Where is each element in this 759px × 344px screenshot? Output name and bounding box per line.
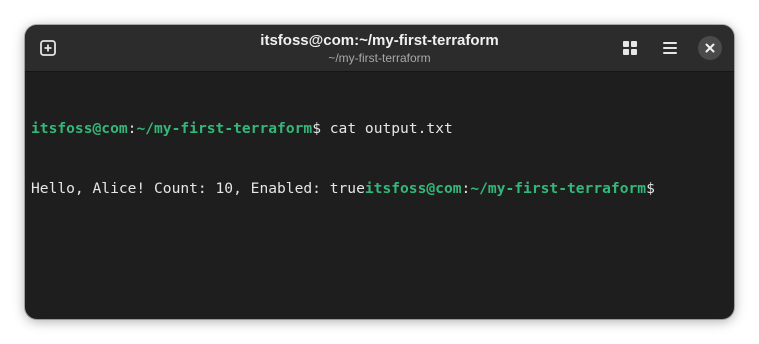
close-x-icon	[705, 43, 715, 53]
title-block: itsfoss@com:~/my-first-terraform ~/my-fi…	[260, 32, 498, 64]
terminal-line: itsfoss@com:~/my-first-terraform$ cat ou…	[31, 119, 728, 139]
new-tab-plus-box-icon	[40, 40, 56, 56]
terminal-output[interactable]: itsfoss@com:~/my-first-terraform$ cat ou…	[25, 72, 734, 246]
prompt-colon: :	[461, 180, 471, 197]
new-tab-button[interactable]	[37, 37, 59, 59]
command-output: Hello, Alice! Count: 10, Enabled: true	[31, 180, 365, 197]
window-title: itsfoss@com:~/my-first-terraform	[260, 32, 499, 49]
command-text: cat output.txt	[320, 120, 453, 137]
grid-view-icon	[623, 41, 637, 55]
prompt-path: ~/my-first-terraform	[470, 180, 647, 197]
window-subtitle: ~/my-first-terraform	[328, 51, 431, 65]
terminal-window: itsfoss@com:~/my-first-terraform ~/my-fi…	[25, 25, 734, 319]
prompt-user-host: itsfoss@com	[364, 180, 462, 197]
tab-overview-button[interactable]	[619, 37, 641, 59]
close-button[interactable]	[698, 36, 722, 60]
prompt-path: ~/my-first-terraform	[136, 120, 313, 137]
prompt-user-host: itsfoss@com	[31, 120, 128, 137]
prompt-symbol: $	[312, 120, 321, 137]
hamburger-menu-icon	[663, 42, 677, 54]
main-menu-button[interactable]	[659, 37, 681, 59]
prompt-symbol: $	[646, 180, 655, 197]
title-bar[interactable]: itsfoss@com:~/my-first-terraform ~/my-fi…	[25, 25, 734, 72]
terminal-line: Hello, Alice! Count: 10, Enabled: trueit…	[31, 179, 728, 199]
